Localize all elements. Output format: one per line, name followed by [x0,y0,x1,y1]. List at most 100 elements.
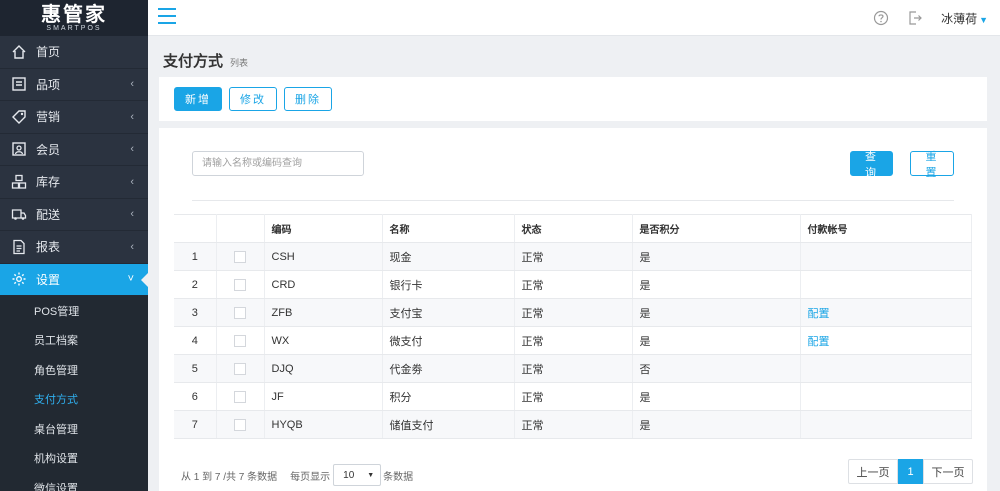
caret-down-icon: ▼ [367,471,375,479]
sidebar-subitem-roles[interactable]: 角色管理 [0,355,148,385]
cell-account [800,354,972,383]
table-row[interactable]: 4 WX 微支付 正常 是 配置 [174,326,972,355]
configure-link[interactable]: 配置 [808,308,830,320]
column-header-name[interactable]: 名称 [382,214,515,243]
checkbox[interactable] [234,334,246,347]
cell-name: 代金劵 [382,354,515,383]
per-page-value: 10 [343,469,355,481]
table-row[interactable]: 3 ZFB 支付宝 正常 是 配置 [174,298,972,327]
row-index: 6 [174,382,217,411]
divider [192,200,954,201]
query-button[interactable]: 查询 [850,151,893,179]
table-header-row: 编码 名称 状态 是否积分 付款帐号 [174,214,972,243]
delete-button[interactable]: 删除 [284,87,332,111]
table-row[interactable]: 5 DJQ 代金劵 正常 否 [174,354,972,383]
sidebar-subitem-tables[interactable]: 桌台管理 [0,414,148,444]
sidebar-item-label: 营销 [36,110,61,125]
chevron-left-icon: ‹ [130,110,134,123]
reset-button[interactable]: 重置 [910,151,954,179]
sidebar-item-marketing[interactable]: 营销 ‹ [0,101,148,134]
cell-status: 正常 [514,242,633,271]
list-icon [10,75,28,93]
user-menu[interactable]: 冰薄荷 ▼ [941,10,988,27]
table-row[interactable]: 1 CSH 现金 正常 是 [174,242,972,271]
cell-account [800,270,972,299]
search-input[interactable] [192,151,364,176]
sidebar-item-label: 会员 [36,142,61,157]
sidebar-item-label: 配送 [36,207,61,222]
sidebar-item-label: 报表 [36,240,61,255]
sidebar-subitem-org[interactable]: 机构设置 [0,443,148,473]
row-index: 3 [174,298,217,327]
page-number-button[interactable]: 1 [898,459,923,484]
sidebar-subitem-staff[interactable]: 员工档案 [0,325,148,355]
edit-button[interactable]: 修改 [229,87,277,111]
pagination-summary: 从 1 到 7 /共 7 条数据 [181,471,278,483]
row-checkbox[interactable] [216,410,265,439]
row-checkbox[interactable] [216,382,265,411]
sidebar-item-delivery[interactable]: 配送 ‹ [0,199,148,231]
sidebar-item-members[interactable]: 会员 ‹ [0,134,148,166]
cell-status: 正常 [514,382,633,411]
row-index: 1 [174,242,217,271]
row-checkbox[interactable] [216,326,265,355]
column-header-points[interactable]: 是否积分 [632,214,801,243]
checkbox[interactable] [234,390,246,403]
cell-status: 正常 [514,298,633,327]
top-right-tools: 冰薄荷 ▼ [873,0,988,36]
cell-code: CSH [264,242,383,271]
table-row[interactable]: 6 JF 积分 正常 是 [174,382,972,411]
table-row[interactable]: 7 HYQB 储值支付 正常 是 [174,410,972,439]
prev-page-button[interactable]: 上一页 [848,459,898,484]
checkbox[interactable] [234,418,246,431]
menu-toggle-icon[interactable] [158,8,176,26]
checkbox[interactable] [234,250,246,263]
cell-points: 是 [632,270,801,299]
sidebar-item-settings[interactable]: 设置 ˅ [0,263,148,296]
sidebar-item-reports[interactable]: 报表 ‹ [0,231,148,264]
next-page-button[interactable]: 下一页 [923,459,973,484]
brand-tagline: SMARTPOS [46,24,102,32]
checkbox[interactable] [234,306,246,319]
column-header-status[interactable]: 状态 [514,214,633,243]
sidebar-subitem-wechat[interactable]: 微信设置 [0,473,148,491]
cell-name: 储值支付 [382,410,515,439]
add-button[interactable]: 新增 [174,87,222,111]
help-icon[interactable] [873,10,889,26]
row-checkbox[interactable] [216,242,265,271]
truck-icon [10,205,28,223]
cell-name: 微支付 [382,326,515,355]
per-page-select[interactable]: 10 ▼ [333,464,382,486]
chevron-left-icon: ‹ [130,175,134,188]
cell-status: 正常 [514,354,633,383]
cell-code: HYQB [264,410,383,439]
inventory-icon [10,173,28,191]
brand-logo[interactable]: 惠管家 SMARTPOS [0,0,148,36]
sidebar-item-inventory[interactable]: 库存 ‹ [0,166,148,199]
cell-points: 是 [632,410,801,439]
table-row[interactable]: 2 CRD 银行卡 正常 是 [174,270,972,299]
pagination-info: 从 1 到 7 /共 7 条数据 每页显示 10 ▼ 条数据 [181,464,413,486]
user-name: 冰薄荷 [941,11,978,26]
cell-account: 配置 [800,298,972,327]
checkbox[interactable] [234,278,246,291]
sidebar-subitem-payment[interactable]: 支付方式 [0,384,148,414]
sidebar-item-home[interactable]: 首页 [0,36,148,69]
column-header-code[interactable]: 编码 [264,214,383,243]
chevron-left-icon: ‹ [130,78,134,91]
sidebar-item-products[interactable]: 品项 ‹ [0,69,148,101]
page-heading: 支付方式 列表 [163,50,248,71]
configure-link[interactable]: 配置 [808,336,830,348]
checkbox[interactable] [234,362,246,375]
sidebar-item-label: 库存 [36,175,61,190]
logout-icon[interactable] [907,10,923,26]
gear-icon [10,270,28,288]
pagination: 上一页 1 下一页 [848,459,973,484]
cell-account: 配置 [800,326,972,355]
row-checkbox[interactable] [216,354,265,383]
column-header-account[interactable]: 付款帐号 [800,214,972,243]
row-checkbox[interactable] [216,270,265,299]
page-subtitle: 列表 [230,58,249,68]
row-checkbox[interactable] [216,298,265,327]
sidebar-subitem-pos[interactable]: POS管理 [0,296,148,326]
